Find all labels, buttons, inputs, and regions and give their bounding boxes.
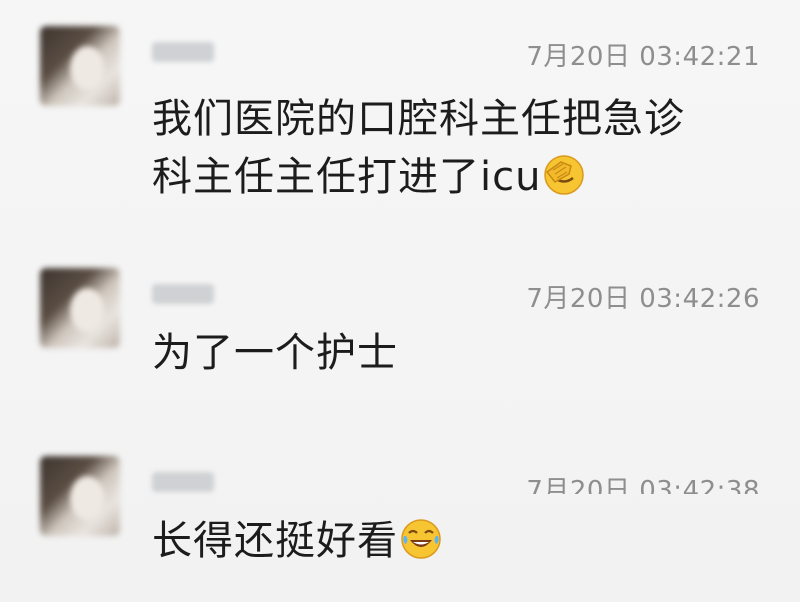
message-text: 为了一个护士 (152, 324, 762, 382)
message-text-line: 长得还挺好看 (152, 518, 398, 564)
message-text-line: 我们医院的口腔科主任把急诊 (152, 96, 685, 142)
chat-history: 7月20日 03:42:21 我们医院的口腔科主任把急诊 科主任主任打进了icu… (0, 0, 800, 602)
avatar[interactable] (40, 456, 120, 536)
message-text-line: 科主任主任打进了icu (152, 154, 542, 200)
message-text-line-with-emoji: 科主任主任打进了icu (152, 148, 762, 206)
laughing-tears-emoji-icon (401, 519, 441, 559)
username-blurred (152, 42, 214, 62)
message-text-line: 为了一个护士 (152, 330, 398, 376)
message-text: 长得还挺好看 (152, 512, 762, 570)
message-timestamp: 7月20日 03:42:21 (526, 42, 760, 72)
avatar[interactable] (40, 26, 120, 106)
avatar[interactable] (40, 268, 120, 348)
message-timestamp: 7月20日 03:42:38 (526, 476, 760, 494)
message-text: 我们医院的口腔科主任把急诊 科主任主任打进了icu (152, 90, 762, 206)
message-text-line-with-emoji: 长得还挺好看 (152, 512, 762, 570)
message-timestamp: 7月20日 03:42:26 (526, 284, 760, 314)
username-blurred (152, 472, 214, 492)
facepalm-emoji-icon (544, 155, 585, 195)
username-blurred (152, 284, 214, 304)
